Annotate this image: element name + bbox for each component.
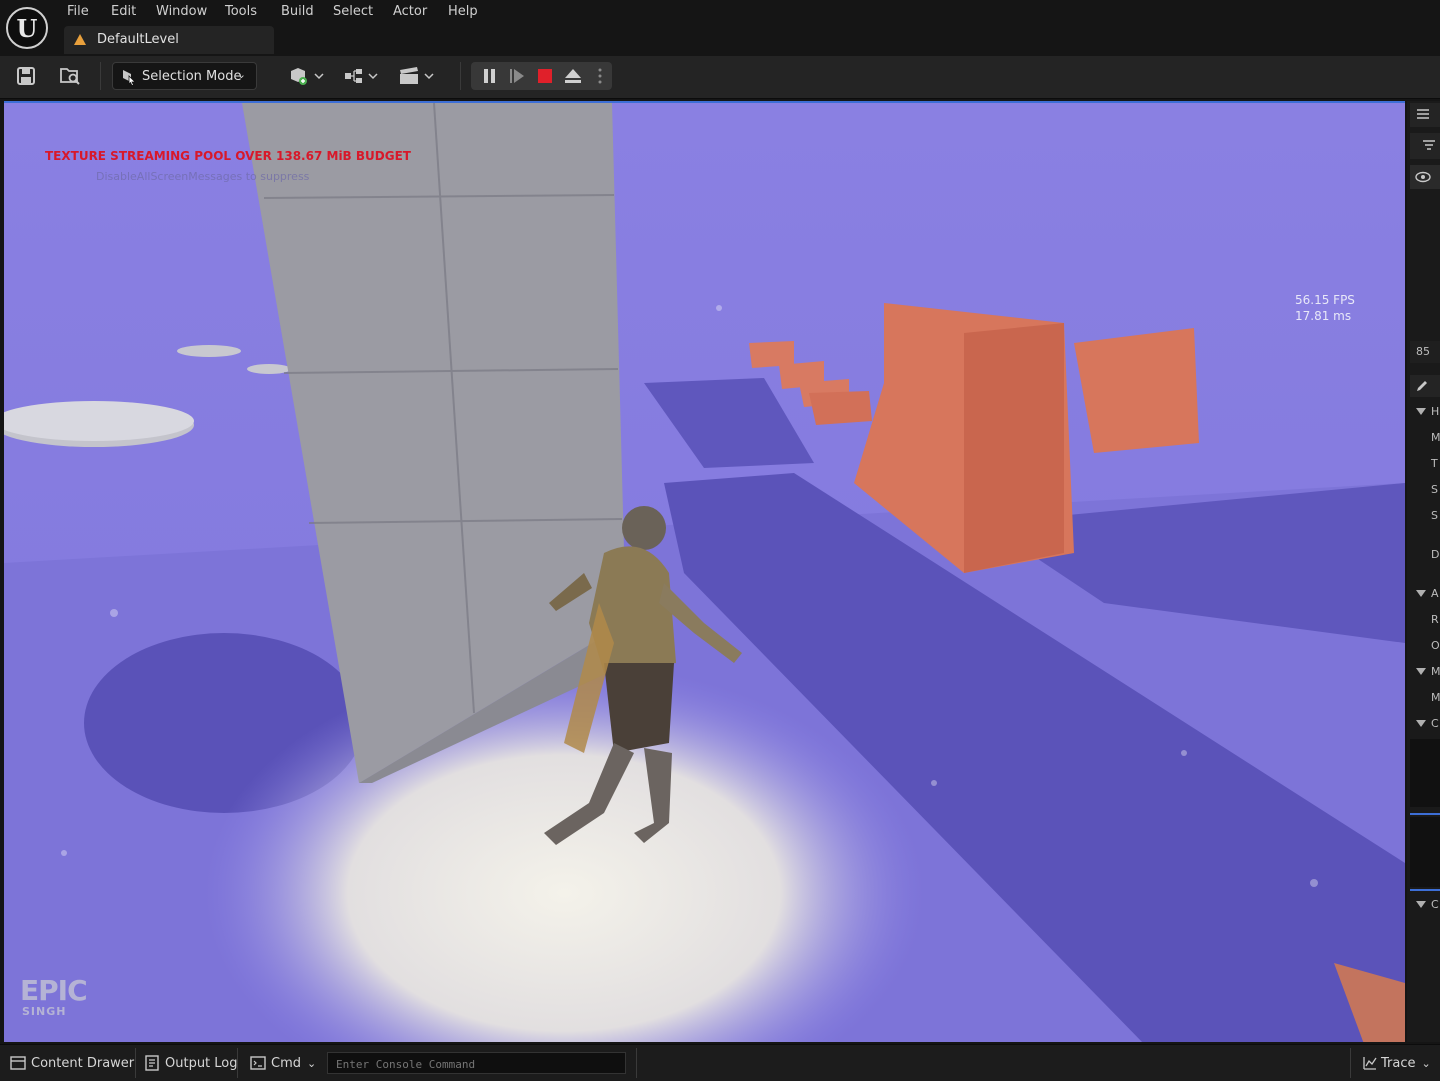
- status-separator: [135, 1048, 136, 1078]
- section-m: M: [1431, 665, 1440, 678]
- collapse-icon[interactable]: [1416, 901, 1426, 908]
- collapse-icon[interactable]: [1416, 408, 1426, 415]
- row-m: M: [1431, 431, 1440, 444]
- step-icon[interactable]: [505, 64, 529, 88]
- section-c1: C: [1431, 717, 1439, 730]
- warning-icon: [74, 34, 86, 45]
- fps-readout: 56.15 FPS 17.81 ms: [1295, 292, 1355, 324]
- status-separator: [1350, 1048, 1351, 1078]
- menu-help[interactable]: Help: [448, 4, 478, 20]
- terminal-icon: [250, 1056, 266, 1070]
- content-drawer-label: Content Drawer: [31, 1055, 135, 1071]
- section-h: H: [1431, 405, 1440, 418]
- thumbnail-slot[interactable]: [1410, 739, 1440, 807]
- frame-time-value: 17.81 ms: [1295, 309, 1352, 323]
- filter-row[interactable]: [1410, 133, 1440, 159]
- tab-default-level[interactable]: DefaultLevel: [64, 26, 274, 54]
- cinematics-icon[interactable]: [398, 64, 436, 88]
- row-s2: S: [1431, 509, 1438, 522]
- chevron-down-icon: ⌄: [1421, 1056, 1431, 1070]
- browse-icon[interactable]: [58, 64, 82, 88]
- content-drawer-button[interactable]: Content Drawer: [10, 1048, 134, 1078]
- row-r: R: [1431, 613, 1439, 626]
- pause-icon[interactable]: [477, 64, 501, 88]
- trace-dropdown[interactable]: Trace ⌄: [1363, 1048, 1431, 1078]
- content-drawer-icon: [10, 1056, 26, 1070]
- menu-select[interactable]: Select: [333, 4, 373, 20]
- selection-mode-label: Selection Mode: [142, 69, 242, 84]
- eject-icon[interactable]: [561, 64, 585, 88]
- menu-actor[interactable]: Actor: [393, 4, 427, 20]
- level-tab-label: DefaultLevel: [97, 32, 179, 47]
- level-viewport[interactable]: TEXTURE STREAMING POOL OVER 138.67 MiB B…: [4, 101, 1405, 1042]
- menu-window[interactable]: Window: [156, 4, 207, 20]
- game-scene: [4, 103, 1405, 1042]
- visibility-row[interactable]: [1410, 165, 1440, 189]
- selection-mode-dropdown[interactable]: Selection Mode ⌄: [112, 62, 257, 90]
- menu-tools[interactable]: Tools: [225, 4, 257, 20]
- row-d: D: [1431, 548, 1440, 561]
- save-icon[interactable]: [14, 64, 38, 88]
- value-85: 85: [1416, 345, 1430, 358]
- unreal-logo-icon[interactable]: U: [6, 7, 48, 49]
- output-log-label: Output Log: [165, 1055, 238, 1071]
- add-actor-icon[interactable]: [288, 64, 326, 88]
- row-m2: M: [1431, 691, 1440, 704]
- output-log-icon: [145, 1055, 159, 1071]
- chevron-down-icon: ⌄: [236, 68, 246, 81]
- menu-file[interactable]: File: [67, 4, 89, 20]
- thumbnail-slot[interactable]: [1410, 817, 1440, 887]
- status-separator: [636, 1048, 637, 1078]
- watermark-big: EPIC: [20, 974, 88, 1007]
- divider: [1410, 813, 1440, 815]
- fps-value: 56.15 FPS: [1295, 293, 1355, 307]
- cmd-label: Cmd: [271, 1055, 301, 1071]
- texture-streaming-warning: TEXTURE STREAMING POOL OVER 138.67 MiB B…: [45, 149, 411, 163]
- stop-icon[interactable]: [533, 64, 557, 88]
- value-field[interactable]: 85: [1410, 341, 1440, 363]
- row-t: T: [1431, 457, 1438, 470]
- cmd-dropdown[interactable]: Cmd ⌄: [250, 1048, 316, 1078]
- section-a: A: [1431, 587, 1439, 600]
- more-icon[interactable]: [590, 64, 610, 88]
- edit-row[interactable]: [1410, 375, 1440, 397]
- collapse-icon[interactable]: [1416, 720, 1426, 727]
- console-command-input[interactable]: [327, 1052, 626, 1074]
- output-log-button[interactable]: Output Log: [145, 1048, 238, 1078]
- divider: [1410, 889, 1440, 891]
- collapse-icon[interactable]: [1416, 668, 1426, 675]
- toolbar-separator: [460, 62, 461, 90]
- chevron-down-icon: ⌄: [307, 1056, 317, 1070]
- warning-suppress-hint: DisableAllScreenMessages to suppress: [96, 170, 310, 183]
- menu-build[interactable]: Build: [281, 4, 314, 20]
- collapse-icon[interactable]: [1416, 590, 1426, 597]
- toolbar-separator: [100, 62, 101, 90]
- outliner-header[interactable]: [1410, 103, 1440, 127]
- row-s1: S: [1431, 483, 1438, 496]
- trace-icon: [1363, 1057, 1377, 1070]
- trace-label: Trace: [1381, 1055, 1416, 1071]
- watermark: EPIC SINGH: [20, 974, 88, 1019]
- row-o: O: [1431, 639, 1440, 652]
- status-separator: [237, 1048, 238, 1078]
- menu-edit[interactable]: Edit: [111, 4, 136, 20]
- details-panel: 85 H M T S S D A R O M M C C: [1407, 101, 1440, 1042]
- blueprint-icon[interactable]: [343, 64, 381, 88]
- section-c2: C: [1431, 898, 1439, 911]
